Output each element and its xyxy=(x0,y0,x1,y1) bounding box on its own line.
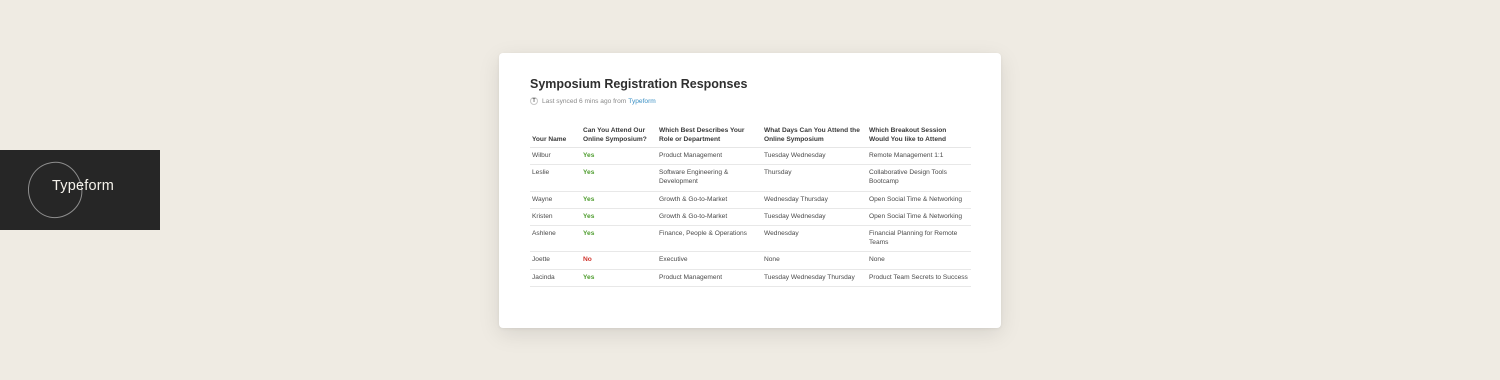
cell-attend[interactable]: Yes xyxy=(581,191,657,209)
page-title: Symposium Registration Responses xyxy=(530,77,748,91)
table-row: Wayne Yes Growth & Go-to-Market Wednesda… xyxy=(530,191,971,209)
cell-attend[interactable]: Yes xyxy=(581,147,657,166)
table-row: Wilbur Yes Product Management Tuesday We… xyxy=(530,147,971,166)
column-header-role[interactable]: Which Best Describes Your Role or Depart… xyxy=(657,124,762,148)
table-header-row: Your Name Can You Attend Our Online Symp… xyxy=(530,124,971,148)
cell-attend[interactable]: No xyxy=(581,251,657,270)
column-header-days[interactable]: What Days Can You Attend the Online Symp… xyxy=(762,124,867,148)
cell-attend[interactable]: Yes xyxy=(581,208,657,227)
table-row: Leslie Yes Software Engineering & Develo… xyxy=(530,164,971,192)
cell-role[interactable]: Executive xyxy=(657,251,762,270)
cell-attend[interactable]: Yes xyxy=(581,225,657,253)
cell-name[interactable]: Ashlene xyxy=(530,225,581,253)
typeform-brand-tile: Typeform xyxy=(0,150,160,230)
cell-session[interactable]: Remote Management 1:1 xyxy=(867,147,971,166)
cell-session[interactable]: Product Team Secrets to Success xyxy=(867,269,971,287)
sync-status: T Last synced 6 mins ago from Typeform xyxy=(530,96,656,106)
responses-card: Symposium Registration Responses T Last … xyxy=(499,53,1001,328)
cell-name[interactable]: Wayne xyxy=(530,191,581,209)
cell-role[interactable]: Product Management xyxy=(657,147,762,166)
cell-name[interactable]: Jacinda xyxy=(530,269,581,287)
column-header-name[interactable]: Your Name xyxy=(530,124,581,148)
cell-attend[interactable]: Yes xyxy=(581,164,657,192)
sync-source-link[interactable]: Typeform xyxy=(628,98,655,105)
cell-name[interactable]: Leslie xyxy=(530,164,581,192)
column-header-session[interactable]: Which Breakout Session Would You like to… xyxy=(867,124,971,148)
cell-session[interactable]: Collaborative Design Tools Bootcamp xyxy=(867,164,971,192)
cell-days[interactable]: None xyxy=(762,251,867,270)
typeform-icon: T xyxy=(530,97,538,105)
table-row: Kristen Yes Growth & Go-to-Market Tuesda… xyxy=(530,208,971,227)
responses-table: Your Name Can You Attend Our Online Symp… xyxy=(530,124,971,287)
cell-days[interactable]: Tuesday Wednesday Thursday xyxy=(762,269,867,287)
table-row: Jacinda Yes Product Management Tuesday W… xyxy=(530,269,971,287)
cell-days[interactable]: Thursday xyxy=(762,164,867,192)
sync-text: Last synced 6 mins ago from xyxy=(542,97,627,105)
cell-session[interactable]: Financial Planning for Remote Teams xyxy=(867,225,971,253)
cell-session[interactable]: None xyxy=(867,251,971,270)
cell-days[interactable]: Wednesday xyxy=(762,225,867,253)
cell-role[interactable]: Product Management xyxy=(657,269,762,287)
cell-role[interactable]: Growth & Go-to-Market xyxy=(657,208,762,227)
brand-wordmark: Typeform xyxy=(52,178,115,194)
cell-session[interactable]: Open Social Time & Networking xyxy=(867,191,971,209)
cell-session[interactable]: Open Social Time & Networking xyxy=(867,208,971,227)
cell-name[interactable]: Wilbur xyxy=(530,147,581,166)
cell-days[interactable]: Wednesday Thursday xyxy=(762,191,867,209)
cell-role[interactable]: Growth & Go-to-Market xyxy=(657,191,762,209)
cell-attend[interactable]: Yes xyxy=(581,269,657,287)
column-header-attend[interactable]: Can You Attend Our Online Symposium? xyxy=(581,124,657,148)
table-row: Ashlene Yes Finance, People & Operations… xyxy=(530,225,971,253)
table-row: Joette No Executive None None xyxy=(530,251,971,270)
cell-role[interactable]: Finance, People & Operations xyxy=(657,225,762,253)
cell-days[interactable]: Tuesday Wednesday xyxy=(762,208,867,227)
cell-name[interactable]: Joette xyxy=(530,251,581,270)
cell-name[interactable]: Kristen xyxy=(530,208,581,227)
cell-role[interactable]: Software Engineering & Development xyxy=(657,164,762,192)
cell-days[interactable]: Tuesday Wednesday xyxy=(762,147,867,166)
